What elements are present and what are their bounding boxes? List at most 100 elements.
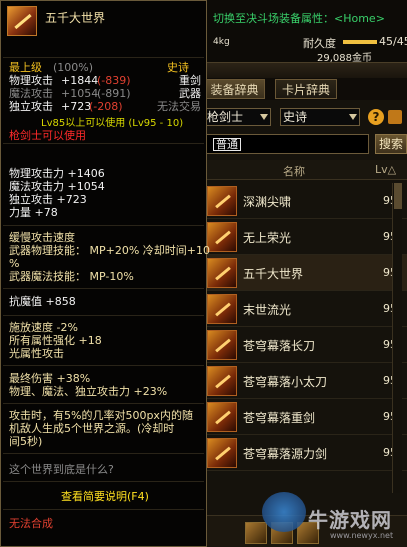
stat-line: 力量 +78	[9, 206, 58, 219]
watermark-text: 牛游戏网	[308, 508, 392, 532]
weapon-icon	[207, 294, 237, 324]
ind-atk-value: +723	[61, 100, 92, 113]
item-name: 深渊尖啸	[243, 195, 292, 209]
phys-atk-label: 物理攻击	[9, 74, 53, 87]
list-scrollbar[interactable]	[392, 183, 402, 493]
item-tooltip: 五千大世界 最上级 (100%) 史诗 物理攻击 +1844 (-839) 重剑…	[0, 0, 210, 547]
equipment-dictionary-window: 切换至决斗场装备属性：<Home> 4kg 耐久度 45/45 29,088金币…	[205, 0, 407, 547]
rarity-select-value: 史诗	[283, 110, 308, 124]
phys-atk-value: +1844	[61, 74, 99, 87]
effect-text: 攻击时，有5%的几率对500px内的随	[9, 409, 193, 422]
tab-equipment-dictionary[interactable]: 装备辞典	[205, 79, 265, 99]
divider	[3, 143, 204, 144]
rarity-select[interactable]: 史诗	[280, 108, 360, 126]
durability-value: 45/45	[379, 35, 407, 48]
phys-atk-diff: (-839)	[97, 74, 131, 87]
column-level-header[interactable]: Lv△	[375, 163, 396, 176]
weapon-icon	[207, 330, 237, 360]
slot-type: 武器	[179, 87, 201, 100]
item-info-header: 切换至决斗场装备属性：<Home> 4kg 耐久度 45/45 29,088金币	[205, 0, 407, 64]
skill-phys-text: 武器物理技能： MP+20% 冷却时间+10	[9, 244, 210, 257]
item-name: 苍穹幕落源力剑	[243, 447, 328, 461]
pvp-switch-hint[interactable]: 切换至决斗场装备属性：<Home>	[213, 10, 385, 26]
divider	[3, 509, 204, 510]
divider	[3, 315, 204, 316]
divider	[3, 288, 204, 289]
durability-fill	[343, 40, 377, 44]
filter-row: 枪剑士 史诗 ?	[205, 108, 407, 128]
weapon-icon	[207, 222, 237, 252]
final-damage: 最终伤害 +38%	[9, 372, 91, 385]
brief-description-link[interactable]: 查看简要说明(F4)	[61, 490, 149, 503]
divider	[3, 365, 204, 366]
list-item[interactable]: 苍穹幕落重剑 95	[205, 399, 407, 435]
grade-label: 最上级	[9, 61, 42, 74]
mag-atk-label: 魔法攻击	[9, 87, 53, 100]
mag-atk-value: +1054	[61, 87, 99, 100]
stat-line: 物理攻击力 +1406	[9, 167, 105, 180]
search-input[interactable]: 普通	[205, 134, 369, 154]
flavor-text: 这个世界到底是什么?	[9, 463, 114, 476]
weapon-icon	[207, 366, 237, 396]
mag-atk-diff: (-891)	[97, 87, 131, 100]
stat-line: 独立攻击 +723	[9, 193, 87, 206]
ind-atk-diff: (-208)	[89, 100, 123, 113]
weapon-icon	[7, 6, 37, 36]
help-icon[interactable]: ?	[368, 109, 384, 125]
weapon-icon	[207, 258, 237, 288]
title-strip	[205, 62, 407, 78]
magic-resist: 抗魔值 +858	[9, 295, 76, 308]
chevron-down-icon	[349, 114, 357, 120]
search-row: 普通 搜索	[205, 134, 407, 154]
lock-icon[interactable]	[388, 110, 402, 124]
list-item[interactable]: 无上荣光 95	[205, 219, 407, 255]
list-header: 名称 Lv△	[205, 160, 407, 180]
item-name: 末世流光	[243, 303, 292, 317]
list-item[interactable]: 末世流光 95	[205, 291, 407, 327]
class-select[interactable]: 枪剑士	[205, 108, 271, 126]
list-item-selected[interactable]: 五千大世界 95	[205, 255, 407, 291]
equipment-list: 深渊尖啸 95 无上荣光 95 五千大世界 95 末世流光 95 苍穹幕落长刀	[205, 183, 407, 471]
element-strength: 所有属性强化 +18	[9, 334, 102, 347]
weight-label: 4kg	[213, 37, 230, 47]
skill-mag-text: 武器魔法技能： MP-10%	[9, 270, 134, 283]
search-button[interactable]: 搜索	[375, 134, 407, 154]
weapon-icon	[207, 438, 237, 468]
divider	[3, 57, 204, 58]
class-select-value: 枪剑士	[207, 110, 244, 124]
skill-slot-icon[interactable]	[245, 522, 267, 544]
weapon-type: 重剑	[179, 74, 201, 87]
list-item[interactable]: 苍穹幕落小太刀 95	[205, 363, 407, 399]
trade-status: 无法交易	[157, 100, 201, 113]
rarity-label: 史诗	[167, 61, 189, 74]
triple-attack: 物理、魔法、独立攻击力 +23%	[9, 385, 168, 398]
dictionary-tabs: 装备辞典 卡片辞典	[205, 78, 407, 100]
item-name: 苍穹幕落重剑	[243, 411, 316, 425]
list-item[interactable]: 深渊尖啸 95	[205, 183, 407, 219]
watermark-logo-icon	[262, 492, 306, 532]
weapon-icon	[207, 186, 237, 216]
column-name-header[interactable]: 名称	[283, 163, 305, 179]
skill-phys-text-cont: %	[9, 257, 20, 270]
effect-text: 机敌人生成5个世界之源。(冷却时	[9, 422, 175, 435]
divider	[3, 403, 204, 404]
item-name: 苍穹幕落长刀	[243, 339, 316, 353]
weapon-icon	[207, 402, 237, 432]
item-name: 五千大世界	[243, 267, 304, 281]
watermark-url: www.newyx.net	[330, 531, 394, 540]
list-item[interactable]: 苍穹幕落长刀 95	[205, 327, 407, 363]
attack-speed-text: 缓慢攻击速度	[9, 231, 75, 244]
item-title: 五千大世界	[45, 11, 106, 25]
search-input-value: 普通	[213, 138, 241, 151]
chevron-down-icon	[260, 114, 268, 120]
ind-atk-label: 独立攻击	[9, 100, 53, 113]
divider	[3, 453, 204, 454]
tab-card-dictionary[interactable]: 卡片辞典	[275, 79, 337, 99]
scrollbar-thumb[interactable]	[394, 183, 402, 209]
list-item[interactable]: 苍穹幕落源力剑 95	[205, 435, 407, 471]
cast-speed: 施放速度 -2%	[9, 321, 78, 334]
grade-percent: (100%)	[53, 61, 94, 74]
screen: 切换至决斗场装备属性：<Home> 4kg 耐久度 45/45 29,088金币…	[0, 0, 407, 547]
stat-line: 魔法攻击力 +1054	[9, 180, 105, 193]
divider	[3, 225, 204, 226]
